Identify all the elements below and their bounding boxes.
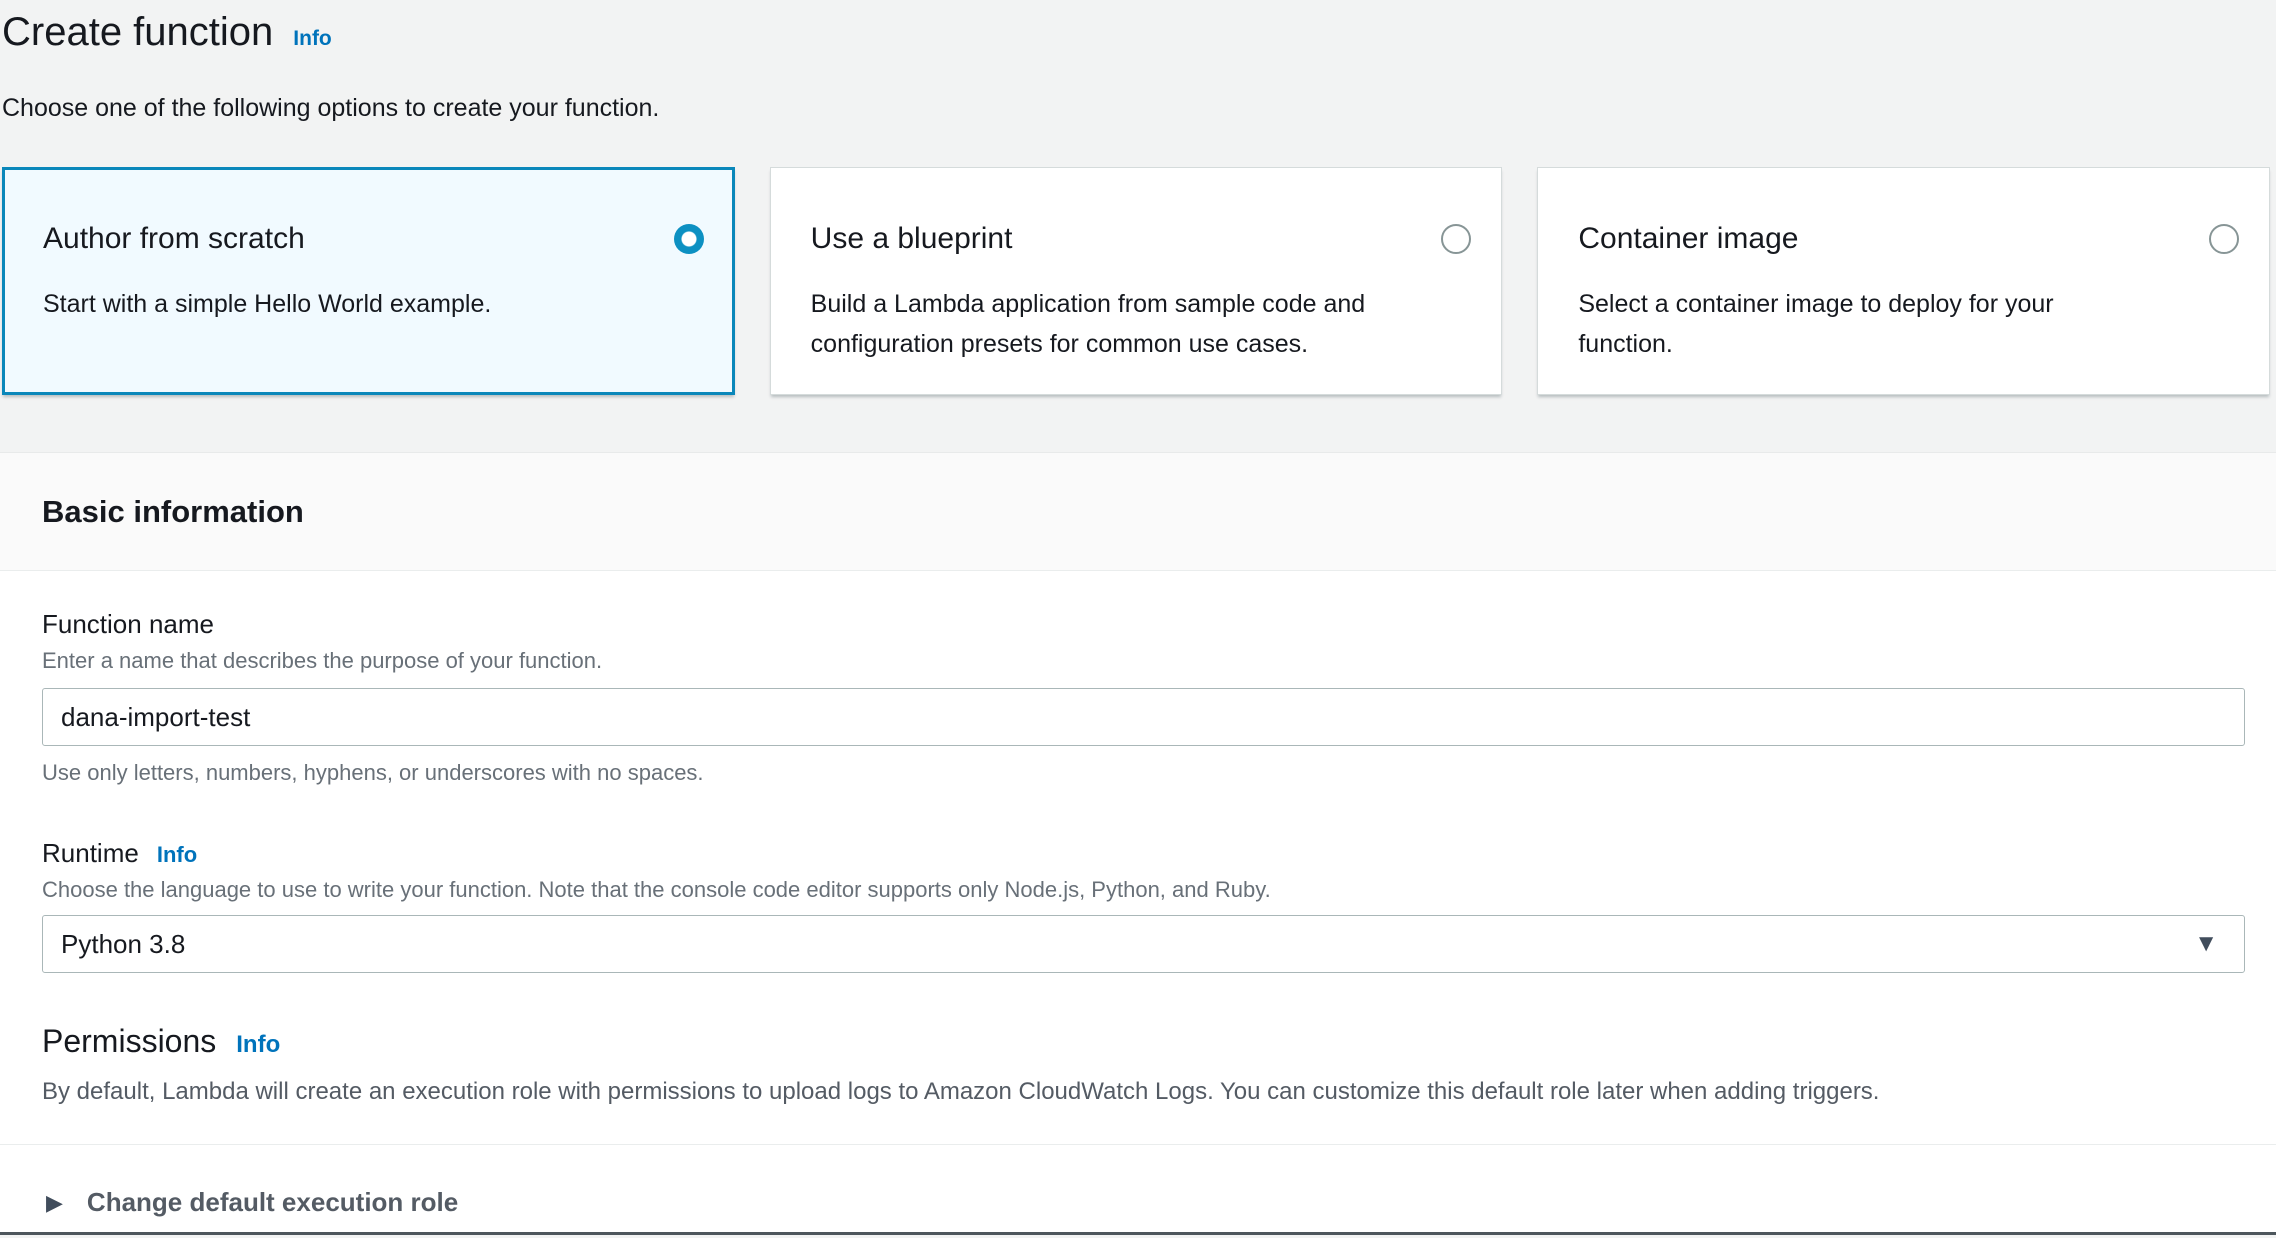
function-name-constraint: Use only letters, numbers, hyphens, or u… — [42, 760, 2245, 786]
radio-unselected-icon[interactable] — [2209, 224, 2239, 254]
option-card-container-image[interactable]: Container image Select a container image… — [1537, 167, 2270, 395]
option-title: Author from scratch — [43, 222, 305, 256]
permissions-section: Permissions Info By default, Lambda will… — [42, 1023, 2245, 1106]
option-description: Start with a simple Hello World example. — [43, 284, 704, 324]
creation-options: Author from scratch Start with a simple … — [2, 167, 2270, 395]
page-subtitle: Choose one of the following options to c… — [2, 94, 2276, 123]
option-title: Container image — [1578, 222, 1798, 256]
permissions-info-link[interactable]: Info — [236, 1031, 280, 1059]
runtime-label-row: Runtime Info — [42, 838, 2245, 869]
option-description: Build a Lambda application from sample c… — [811, 284, 1472, 364]
card-top: Use a blueprint — [811, 222, 1472, 256]
permissions-heading-row: Permissions Info — [42, 1023, 2245, 1060]
runtime-field: Runtime Info Choose the language to use … — [42, 838, 2245, 973]
card-top: Author from scratch — [43, 222, 704, 256]
change-default-execution-role-expander[interactable]: ▶ Change default execution role — [42, 1145, 2245, 1218]
title-info-link[interactable]: Info — [293, 27, 331, 51]
radio-selected-icon[interactable] — [674, 224, 704, 254]
runtime-info-link[interactable]: Info — [157, 842, 197, 868]
radio-unselected-icon[interactable] — [1441, 224, 1471, 254]
expander-arrow-icon: ▶ — [46, 1192, 63, 1214]
change-default-execution-role-label: Change default execution role — [87, 1187, 458, 1218]
page-header: Create function Info Choose one of the f… — [0, 0, 2276, 123]
option-card-author-from-scratch[interactable]: Author from scratch Start with a simple … — [2, 167, 735, 395]
runtime-description: Choose the language to use to write your… — [42, 877, 2245, 903]
function-name-description: Enter a name that describes the purpose … — [42, 648, 2245, 674]
title-row: Create function Info — [2, 6, 2276, 58]
page-title: Create function — [2, 6, 273, 58]
basic-information-header: Basic information — [0, 453, 2276, 571]
runtime-select[interactable]: Python 3.8 ▼ — [42, 915, 2245, 973]
permissions-description: By default, Lambda will create an execut… — [42, 1078, 2245, 1106]
permissions-heading: Permissions — [42, 1023, 216, 1060]
basic-information-body: Function name Enter a name that describe… — [0, 571, 2276, 1218]
option-card-use-a-blueprint[interactable]: Use a blueprint Build a Lambda applicati… — [770, 167, 1503, 395]
basic-information-heading: Basic information — [42, 494, 304, 530]
function-name-label: Function name — [42, 609, 2245, 640]
option-description: Select a container image to deploy for y… — [1578, 284, 2239, 364]
create-function-page: Create function Info Choose one of the f… — [0, 0, 2276, 1238]
basic-information-panel: Basic information Function name Enter a … — [0, 452, 2276, 1235]
card-top: Container image — [1578, 222, 2239, 256]
runtime-label: Runtime — [42, 838, 139, 869]
function-name-field: Function name Enter a name that describe… — [42, 609, 2245, 786]
option-title: Use a blueprint — [811, 222, 1013, 256]
runtime-selected-value: Python 3.8 — [61, 929, 185, 960]
chevron-down-icon: ▼ — [2194, 932, 2218, 956]
function-name-input[interactable] — [42, 688, 2245, 746]
